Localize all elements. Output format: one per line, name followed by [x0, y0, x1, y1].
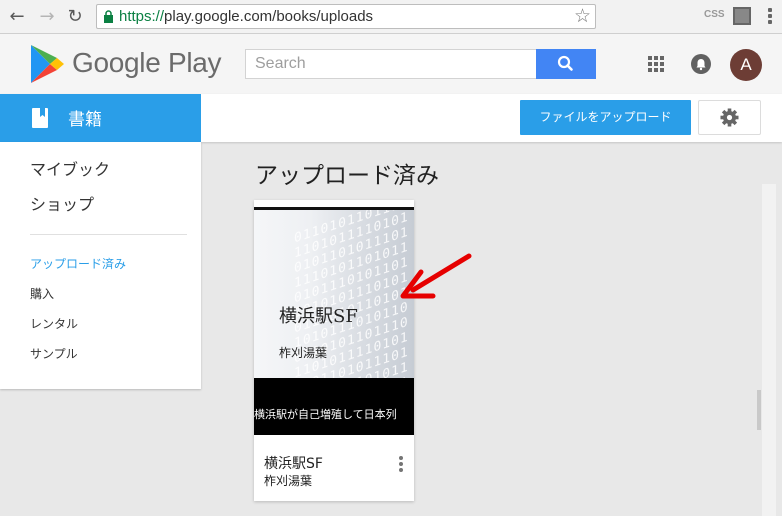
- more-options-icon[interactable]: [398, 456, 404, 474]
- cover-blurb-band: 横浜駅が自己増殖して日本列: [254, 378, 414, 435]
- extension-icon[interactable]: [733, 7, 751, 25]
- sidebar: マイブック ショップ アップロード済み 購入 レンタル サンプル: [0, 142, 201, 389]
- google-play-logo-icon[interactable]: [30, 44, 64, 84]
- search-field[interactable]: [245, 49, 537, 79]
- book-title[interactable]: 横浜駅SF: [264, 453, 323, 473]
- books-category-tab[interactable]: 書籍: [0, 94, 201, 142]
- books-category-label: 書籍: [68, 110, 102, 130]
- play-header: Google Play A: [0, 34, 782, 94]
- search-button[interactable]: [536, 49, 596, 79]
- upload-file-button[interactable]: ファイルをアップロード: [520, 100, 691, 135]
- cover-title: 横浜駅SF: [279, 306, 358, 327]
- gear-icon: [720, 108, 739, 127]
- page-title: アップロード済み: [255, 163, 439, 189]
- notifications-bell-icon[interactable]: [691, 54, 711, 74]
- sidebar-item-shop[interactable]: ショップ: [30, 191, 94, 215]
- browser-menu-icon[interactable]: [768, 8, 772, 26]
- account-avatar[interactable]: A: [730, 49, 762, 81]
- lock-icon: [104, 10, 113, 23]
- book-cover[interactable]: 0110101101110 1101011110101 010110101110…: [254, 200, 414, 435]
- address-bar[interactable]: https://play.google.com/books/uploads ☆: [96, 4, 596, 29]
- book-card[interactable]: 0110101101110 1101011110101 010110101110…: [254, 200, 414, 501]
- category-bar: 書籍 ファイルをアップロード: [0, 94, 782, 142]
- browser-toolbar: ← → ↻ https://play.google.com/books/uplo…: [0, 0, 782, 34]
- search-input[interactable]: [246, 50, 537, 78]
- red-arrow-annotation: [400, 253, 472, 299]
- scrollbar-track[interactable]: [762, 184, 776, 516]
- sidebar-item-purchases[interactable]: 購入: [30, 285, 54, 302]
- sidebar-divider: [30, 234, 187, 235]
- url-text: https://play.google.com/books/uploads: [119, 8, 374, 25]
- sidebar-item-samples[interactable]: サンプル: [30, 345, 78, 362]
- google-play-logo-text[interactable]: Google Play: [72, 47, 222, 79]
- back-arrow-icon[interactable]: ←: [6, 6, 28, 28]
- reload-icon[interactable]: ↻: [64, 6, 86, 28]
- bookmark-star-icon[interactable]: ☆: [574, 5, 591, 28]
- apps-grid-icon[interactable]: [648, 56, 664, 72]
- sidebar-item-my-books[interactable]: マイブック: [30, 156, 110, 180]
- search-icon: [557, 55, 573, 71]
- scrollbar-thumb[interactable]: [757, 390, 761, 430]
- book-icon: [32, 108, 48, 128]
- sidebar-item-rentals[interactable]: レンタル: [30, 315, 78, 332]
- forward-arrow-icon[interactable]: →: [36, 6, 58, 28]
- css-extension-icon[interactable]: CSS: [704, 9, 725, 20]
- settings-button[interactable]: [698, 100, 761, 135]
- cover-author: 柞刈湯葉: [279, 346, 328, 360]
- sidebar-item-uploaded[interactable]: アップロード済み: [30, 255, 126, 272]
- cover-binary-background: 0110101101110 1101011110101 010110101110…: [254, 210, 414, 378]
- book-author[interactable]: 柞刈湯葉: [264, 472, 312, 489]
- cover-blurb: 横浜駅が自己増殖して日本列: [254, 408, 397, 421]
